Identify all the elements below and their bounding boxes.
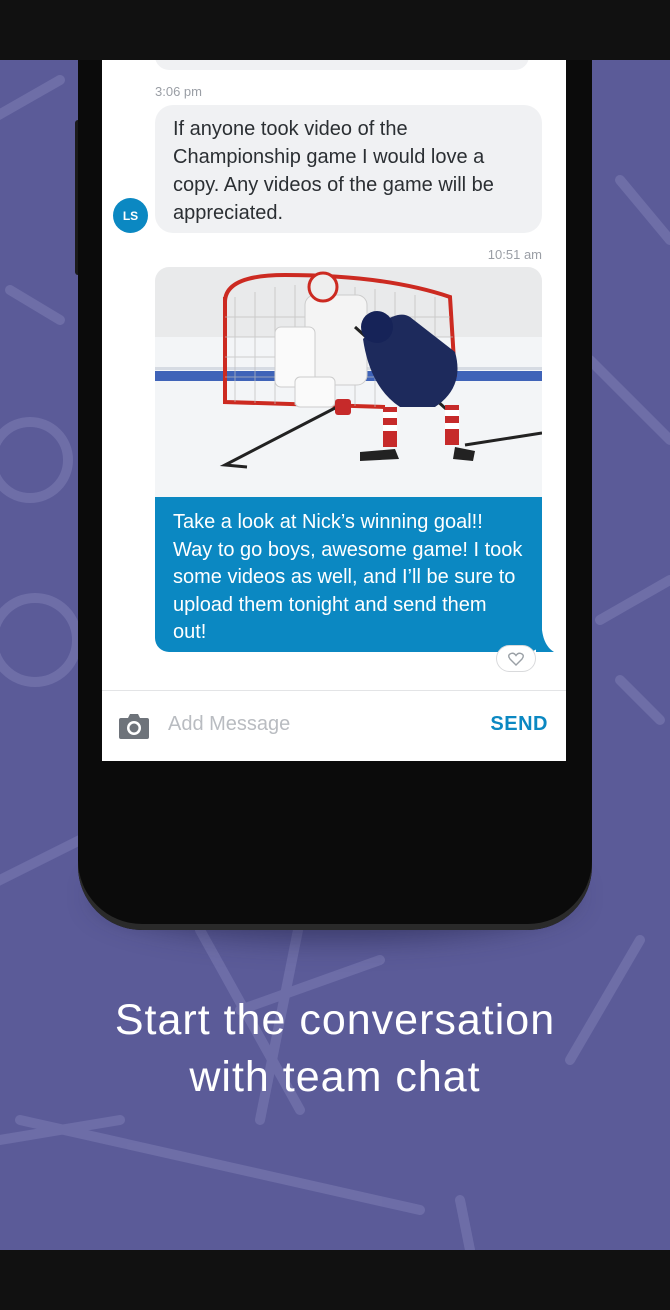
like-button[interactable] — [496, 645, 536, 672]
headline-line-1: Start the conversation — [114, 996, 556, 1044]
heart-icon — [508, 652, 524, 666]
message-text: Take a look at Nick’s winning goal!! Way… — [173, 511, 523, 643]
avatar-initials: LS — [122, 208, 139, 223]
bubble-tail — [536, 630, 554, 652]
outgoing-message-bubble[interactable]: Take a look at Nick’s winning goal!! Way… — [155, 497, 542, 652]
top-bar — [0, 0, 670, 60]
promo-headline: Start the conversation with team chat — [0, 992, 670, 1106]
headline-line-2: with team chat — [189, 1053, 481, 1101]
message-composer: Add Message SEND — [102, 690, 566, 761]
avatar[interactable]: LS — [113, 198, 148, 233]
promo-background: 3:06 pm If anyone took video of the Cham… — [0, 60, 670, 1250]
message-input[interactable]: Add Message — [168, 713, 290, 736]
hockey-photo-image — [155, 267, 542, 497]
previous-message-bubble — [155, 60, 529, 70]
message-timestamp: 10:51 am — [487, 247, 542, 262]
camera-icon[interactable] — [118, 712, 150, 740]
message-timestamp: 3:06 pm — [155, 84, 202, 99]
send-button[interactable]: SEND — [490, 713, 548, 736]
message-text: If anyone took video of the Championship… — [173, 118, 494, 224]
bottom-bar — [0, 1250, 670, 1310]
incoming-message-bubble[interactable]: If anyone took video of the Championship… — [155, 105, 542, 233]
hockey-goal-photo[interactable] — [155, 267, 542, 497]
